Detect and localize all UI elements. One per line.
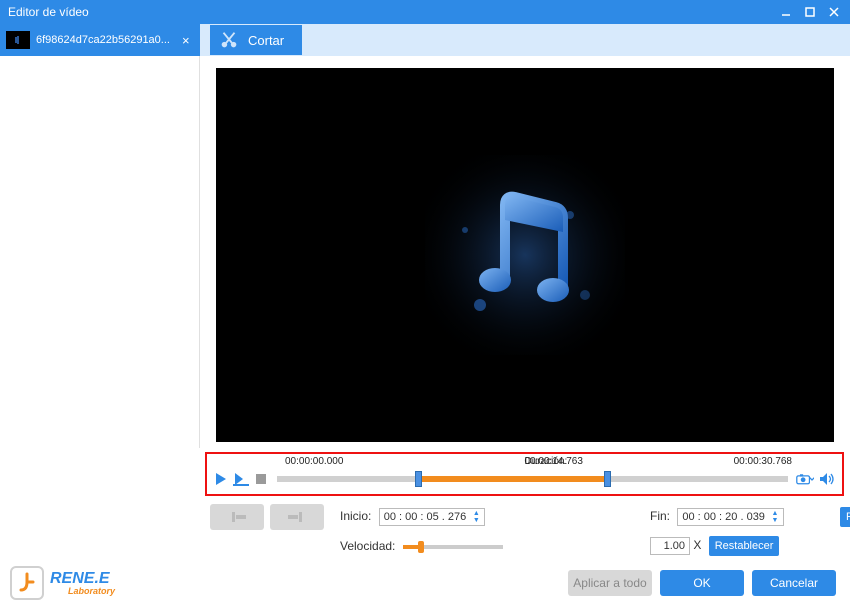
set-start-button[interactable]: [210, 504, 264, 530]
inicio-label: Inicio:: [340, 509, 375, 523]
close-button[interactable]: [822, 2, 846, 22]
time-start-label: 00:00:00.000: [285, 456, 343, 467]
trim-handle-end[interactable]: [604, 471, 611, 487]
tool-tabs: Cortar: [200, 24, 312, 56]
speed-slider[interactable]: [403, 545, 503, 549]
bracket-buttons: [210, 504, 330, 530]
spin-down-icon[interactable]: ▼: [469, 517, 483, 524]
file-name-label: 6f98624d7ca22b56291a0...: [36, 34, 176, 46]
reset-trim-button[interactable]: Restablecer: [840, 507, 850, 527]
window-titlebar: Editor de vídeo: [0, 0, 850, 24]
cancel-button[interactable]: Cancelar: [752, 570, 836, 596]
volume-button[interactable]: [818, 470, 836, 488]
maximize-button[interactable]: [798, 2, 822, 22]
preview-wrap: [200, 56, 850, 448]
fin-input[interactable]: 00 : 00 : 20 . 039▲▼: [677, 508, 784, 526]
main-area: [0, 56, 850, 448]
speed-value-input[interactable]: 1.00: [650, 537, 690, 555]
file-close-button[interactable]: ×: [182, 33, 194, 48]
timeline-selection: [415, 476, 604, 482]
play-button[interactable]: [213, 471, 229, 487]
tab-cut-label: Cortar: [248, 33, 284, 48]
snapshot-button[interactable]: [796, 470, 814, 488]
file-tab[interactable]: 6f98624d7ca22b56291a0... ×: [0, 24, 200, 56]
spin-down-icon[interactable]: ▼: [768, 517, 782, 524]
ok-button[interactable]: OK: [660, 570, 744, 596]
timeline-panel: 00:00:00.000 Duración: 00:00:14.763 00:0…: [205, 452, 844, 496]
minimize-button[interactable]: [774, 2, 798, 22]
sidebar: [0, 56, 200, 448]
logo-icon: [10, 566, 44, 600]
velocidad-label: Velocidad:: [340, 539, 399, 553]
fin-label: Fin:: [650, 509, 674, 523]
fin-group: Fin: 00 : 00 : 20 . 039▲▼: [650, 508, 830, 526]
time-end-label: 00:00:30.768: [734, 456, 792, 467]
timeline-slider[interactable]: [277, 476, 788, 482]
stop-button[interactable]: [253, 471, 269, 487]
footer: RENE.E Laboratory Aplicar a todo OK Canc…: [0, 560, 850, 610]
reset-speed-button[interactable]: Restablecer: [709, 536, 780, 556]
timeline-controls: [213, 470, 836, 488]
trim-controls: Inicio: 00 : 00 : 05 . 276▲▼ Fin: 00 : 0…: [0, 496, 850, 560]
brand-logo: RENE.E Laboratory: [10, 566, 115, 600]
scissors-icon: [218, 29, 240, 51]
apply-all-button[interactable]: Aplicar a todo: [568, 570, 652, 596]
file-thumbnail: [6, 31, 30, 49]
video-preview[interactable]: [216, 68, 834, 442]
time-labels: 00:00:00.000 Duración: 00:00:14.763 00:0…: [213, 456, 836, 470]
speed-knob[interactable]: [418, 541, 424, 553]
spin-up-icon[interactable]: ▲: [469, 510, 483, 517]
speed-unit-label: X: [693, 538, 701, 552]
window-title: Editor de vídeo: [8, 5, 774, 19]
speed-value-group: 1.00 X Restablecer: [650, 536, 830, 556]
spin-up-icon[interactable]: ▲: [768, 510, 782, 517]
brand-text: RENE.E Laboratory: [50, 571, 115, 596]
velocidad-group: Velocidad:: [340, 539, 640, 553]
inicio-group: Inicio: 00 : 00 : 05 . 276▲▼: [340, 508, 640, 526]
music-note-icon: [425, 155, 625, 355]
set-end-button[interactable]: [270, 504, 324, 530]
trim-handle-start[interactable]: [415, 471, 422, 487]
top-bar: 6f98624d7ca22b56291a0... × Cortar: [0, 24, 850, 56]
inicio-input[interactable]: 00 : 00 : 05 . 276▲▼: [379, 508, 486, 526]
play-range-button[interactable]: [233, 471, 249, 487]
tab-cut[interactable]: Cortar: [210, 25, 302, 55]
